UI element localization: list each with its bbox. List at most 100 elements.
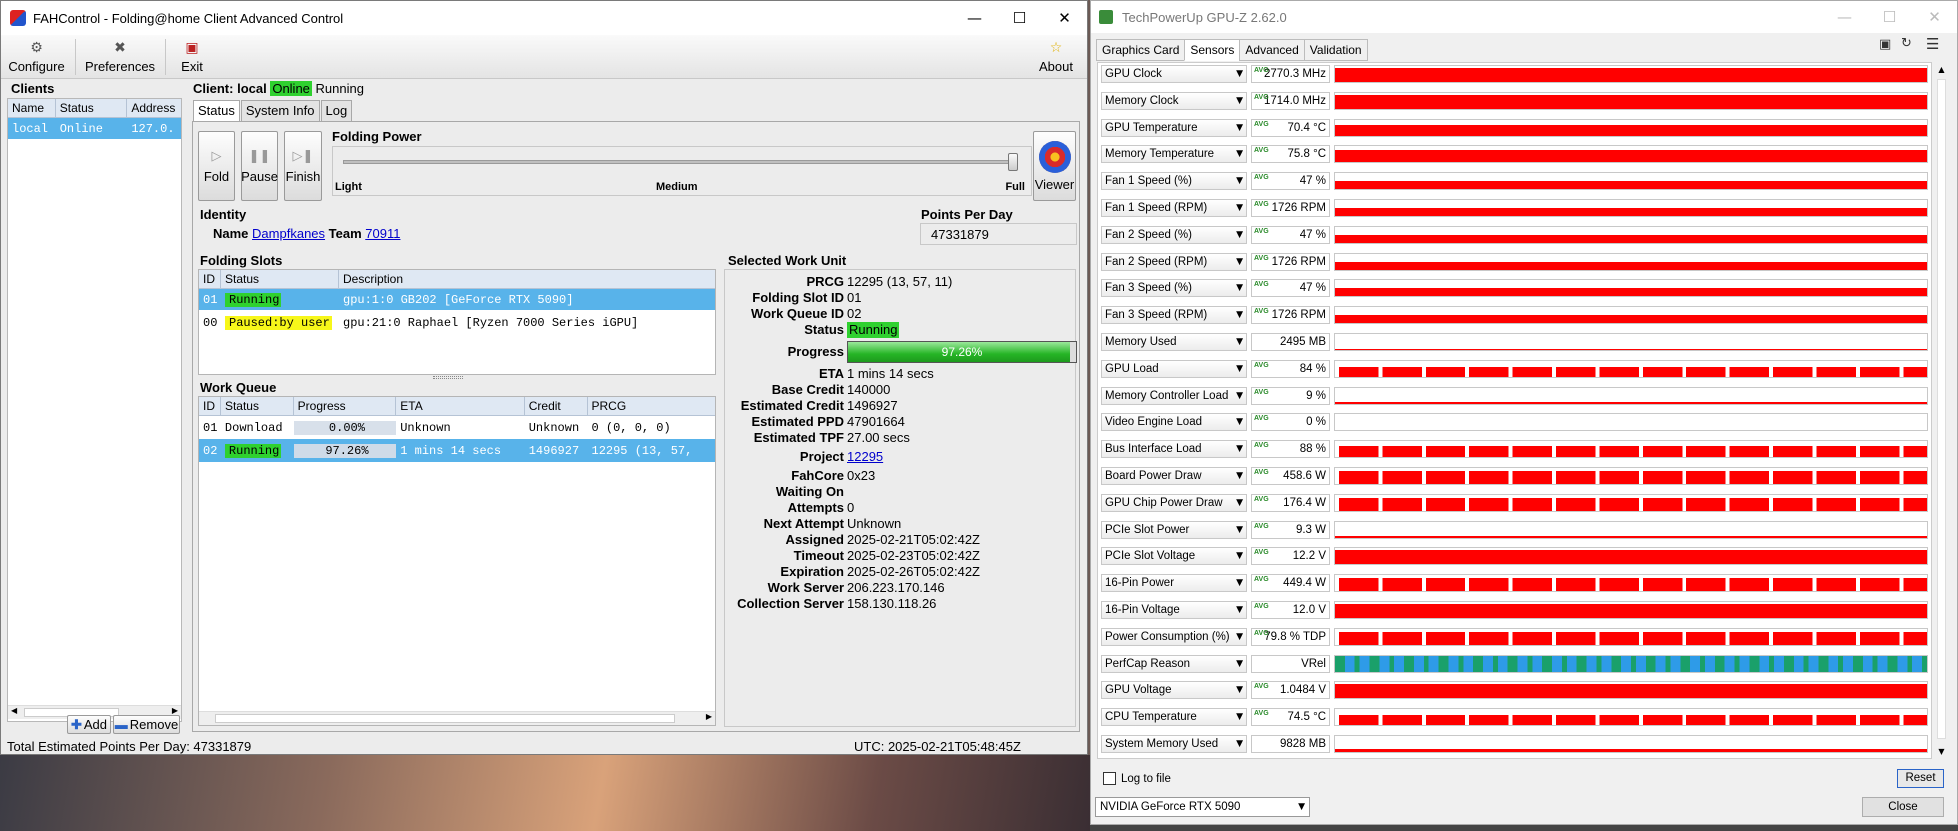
col-header[interactable]: ID (199, 397, 221, 416)
queue-row[interactable]: 02 Running 97.26% 1 mins 14 secs 1496927… (199, 439, 715, 462)
sensor-value: AVG 47 % (1251, 172, 1330, 191)
client-row-local[interactable]: local Online 127.0. (8, 118, 181, 139)
tab-advanced[interactable]: Advanced (1239, 39, 1305, 61)
camera-icon[interactable]: ▣ (1879, 37, 1891, 52)
sensor-name-dropdown[interactable]: Power Consumption (%) ▼ (1101, 627, 1247, 646)
sensor-graph (1334, 493, 1928, 512)
remove-client-button[interactable]: ▬ Remove (113, 715, 180, 734)
sensor-name-dropdown[interactable]: Video Engine Load ▼ (1101, 413, 1247, 432)
tab-status[interactable]: Status (193, 100, 240, 121)
col-header[interactable]: Status (56, 98, 128, 118)
about-button[interactable]: ☆ About (1036, 37, 1076, 77)
sensor-vscrollbar[interactable]: ▲ ▼ (1934, 62, 1949, 759)
sensor-name-dropdown[interactable]: Fan 3 Speed (%) ▼ (1101, 279, 1247, 298)
queue-id: 02 (203, 443, 218, 458)
sensor-name-dropdown[interactable]: PerfCap Reason ▼ (1101, 654, 1247, 673)
col-header[interactable]: Description (339, 270, 715, 289)
preferences-button[interactable]: ✖ Preferences (85, 37, 155, 77)
sensor-name-dropdown[interactable]: Bus Interface Load ▼ (1101, 440, 1247, 459)
sensor-name-dropdown[interactable]: System Memory Used ▼ (1101, 735, 1247, 753)
sensor-name-dropdown[interactable]: Memory Clock ▼ (1101, 91, 1247, 110)
viewer-button[interactable]: Viewer (1033, 131, 1076, 201)
sensor-name-dropdown[interactable]: Board Power Draw ▼ (1101, 467, 1247, 485)
sensor-name-dropdown[interactable]: GPU Chip Power Draw ▼ (1101, 493, 1247, 512)
scroll-right-icon[interactable]: ▶ (172, 706, 178, 715)
reset-button[interactable]: Reset (1897, 769, 1944, 788)
sensor-name-dropdown[interactable]: Fan 3 Speed (RPM) ▼ (1101, 306, 1247, 325)
close-button[interactable]: ✕ (1912, 1, 1957, 33)
col-header[interactable]: Credit (525, 397, 588, 416)
avg-badge: AVG (1254, 522, 1269, 530)
queue-row[interactable]: 01 Download 0.00% Unknown Unknown 0 (0, … (199, 416, 715, 439)
sensor-name-dropdown[interactable]: Memory Temperature ▼ (1101, 145, 1247, 164)
scroll-up-icon[interactable]: ▲ (1934, 62, 1949, 77)
sensor-name-dropdown[interactable]: GPU Voltage ▼ (1101, 681, 1247, 700)
sensor-name-dropdown[interactable]: CPU Temperature ▼ (1101, 708, 1247, 727)
scroll-thumb[interactable] (1937, 79, 1946, 739)
wu-project-link[interactable]: 12295 (847, 449, 883, 465)
scroll-left-icon[interactable]: ◀ (11, 706, 17, 715)
identity-title: Identity (200, 207, 247, 222)
col-header[interactable]: Address (127, 99, 181, 118)
sensor-name-dropdown[interactable]: GPU Load ▼ (1101, 359, 1247, 378)
sensor-name-dropdown[interactable]: GPU Clock ▼ (1101, 65, 1247, 83)
sensor-name-dropdown[interactable]: Fan 2 Speed (%) ▼ (1101, 225, 1247, 244)
slot-row[interactable]: 01 Running gpu:1:0 GB202 [GeForce RTX 50… (199, 289, 715, 310)
sensor-name: CPU Temperature (1105, 711, 1197, 724)
refresh-icon[interactable]: ↻ (1901, 36, 1912, 51)
sensor-name-dropdown[interactable]: Memory Controller Load ▼ (1101, 386, 1247, 405)
log-to-file[interactable]: Log to file (1103, 772, 1171, 785)
device-select[interactable]: NVIDIA GeForce RTX 5090 ▼ (1095, 797, 1310, 817)
sensor-name-dropdown[interactable]: Fan 1 Speed (RPM) ▼ (1101, 199, 1247, 217)
exit-button[interactable]: ▣ Exit (177, 37, 207, 77)
tab-log[interactable]: Log (320, 100, 353, 121)
col-header[interactable]: PRCG (588, 397, 715, 416)
col-header[interactable]: Name (8, 98, 56, 118)
tab-graphics-card[interactable]: Graphics Card (1096, 39, 1186, 61)
col-header[interactable]: Status (221, 397, 294, 416)
avg-badge: AVG (1254, 174, 1269, 182)
tab-validation[interactable]: Validation (1303, 39, 1368, 61)
queue-hscrollbar[interactable]: ▶ (199, 711, 715, 725)
sensor-name-dropdown[interactable]: 16-Pin Voltage ▼ (1101, 601, 1247, 619)
exit-icon: ▣ (185, 40, 199, 56)
sensor-name-dropdown[interactable]: PCIe Slot Voltage ▼ (1101, 547, 1247, 566)
power-slider-thumb[interactable] (1008, 153, 1018, 171)
add-client-button[interactable]: ✚ Add (67, 715, 111, 734)
fah-titlebar[interactable]: FAHControl - Folding@home Client Advance… (1, 1, 1087, 35)
splitter-handle[interactable] (433, 376, 463, 379)
identity-team-link[interactable]: 70911 (365, 226, 400, 241)
sensor-name: GPU Load (1105, 362, 1159, 375)
fold-button[interactable]: ▷ Fold (198, 131, 235, 201)
maximize-button[interactable]: ☐ (1867, 1, 1912, 33)
minimize-button[interactable]: — (952, 1, 997, 35)
col-header[interactable]: Progress (294, 397, 397, 416)
sensor-name-dropdown[interactable]: Fan 1 Speed (%) ▼ (1101, 172, 1247, 191)
log-to-file-checkbox[interactable] (1103, 772, 1116, 785)
identity-name-link[interactable]: Dampfkanes (252, 226, 325, 241)
menu-icon[interactable]: ☰ (1926, 35, 1939, 53)
minimize-button[interactable]: — (1822, 1, 1867, 33)
col-header[interactable]: Status (221, 269, 339, 289)
finish-button[interactable]: ▷❚ Finish (284, 131, 322, 201)
tab-system-info[interactable]: System Info (240, 100, 320, 121)
sensor-name-dropdown[interactable]: PCIe Slot Power ▼ (1101, 520, 1247, 539)
pause-button[interactable]: ❚❚ Pause (241, 131, 278, 201)
configure-button[interactable]: ⚙ Configure (8, 37, 64, 77)
maximize-button[interactable]: ☐ (997, 1, 1042, 35)
sensor-name-dropdown[interactable]: Memory Used ▼ (1101, 333, 1247, 351)
scroll-down-icon[interactable]: ▼ (1934, 744, 1949, 759)
sensor-name-dropdown[interactable]: Fan 2 Speed (RPM) ▼ (1101, 252, 1247, 271)
power-slider-track[interactable] (343, 160, 1013, 164)
scroll-right-icon[interactable]: ▶ (706, 712, 712, 721)
close-button[interactable]: ✕ (1042, 1, 1087, 35)
scroll-thumb[interactable] (215, 714, 675, 723)
sensor-name-dropdown[interactable]: GPU Temperature ▼ (1101, 118, 1247, 137)
tab-sensors[interactable]: Sensors (1184, 39, 1241, 61)
sensor-name-dropdown[interactable]: 16-Pin Power ▼ (1101, 574, 1247, 593)
close-gpuz-button[interactable]: Close (1862, 797, 1944, 817)
col-header[interactable]: ID (199, 269, 221, 289)
wu-est-ppd: Estimated PPD 47901664 (751, 414, 905, 429)
col-header[interactable]: ETA (396, 397, 525, 416)
slot-row[interactable]: 00 Paused:by user gpu:21:0 Raphael [Ryze… (199, 310, 715, 336)
